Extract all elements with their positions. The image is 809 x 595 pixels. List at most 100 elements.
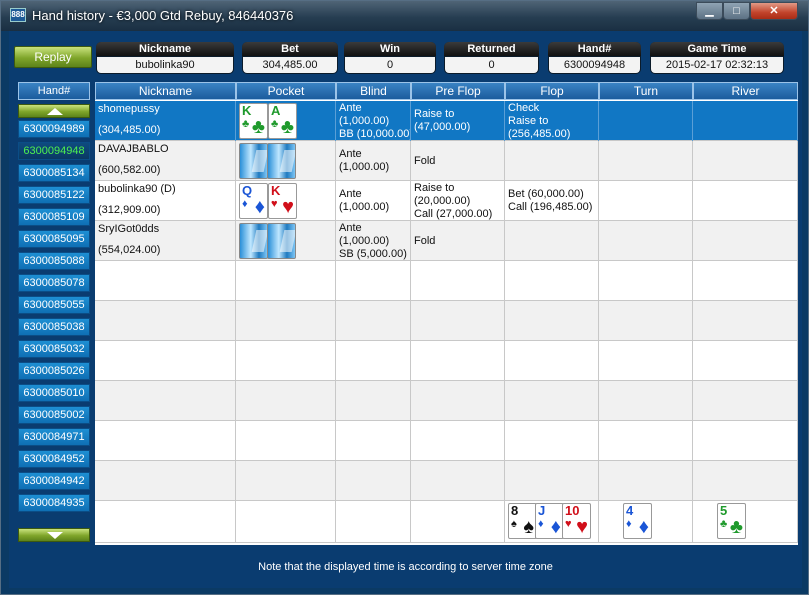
hand-list-item[interactable]: 6300084971: [18, 428, 90, 446]
table-cell: [236, 421, 336, 461]
cell-line: Bet (60,000.00): [508, 188, 584, 200]
table-row[interactable]: [95, 421, 798, 461]
table-cell: [236, 501, 336, 543]
table-cell: [336, 301, 411, 341]
table-cell: [411, 421, 505, 461]
minimize-icon: ▁: [705, 5, 714, 17]
close-button[interactable]: ✕: [750, 2, 798, 20]
hand-list-item[interactable]: 6300094989: [18, 120, 90, 138]
hand-list-item[interactable]: 6300085134: [18, 164, 90, 182]
player-row[interactable]: bubolinka90 (D) (312,909.00) Q ♦ ♦ K ♥ ♥ Ante (1,…: [95, 181, 798, 221]
close-icon: ✕: [769, 5, 779, 17]
column-header-turn[interactable]: Turn: [599, 82, 693, 100]
table-row[interactable]: [95, 341, 798, 381]
summary-returned-value: 0: [445, 57, 538, 73]
table-cell: [505, 341, 599, 381]
player-name[interactable]: shomepussy: [98, 103, 232, 116]
cell-line: (1,000.00): [339, 234, 390, 247]
card-suit-small: ♦: [626, 518, 632, 530]
cell-line: Raise to: [414, 181, 455, 194]
hand-list-item[interactable]: 6300085055: [18, 296, 90, 314]
player-row[interactable]: SryIGot0dds (554,024.00) Ante (1,000.00) SB …: [95, 221, 798, 261]
playing-card: J ♦ ♦: [535, 503, 564, 539]
hand-list-item[interactable]: 6300085010: [18, 384, 90, 402]
table-cell: [95, 341, 236, 381]
column-header-river[interactable]: River: [693, 82, 798, 100]
table-cell: [411, 341, 505, 381]
player-row[interactable]: shomepussy (304,485.00) K ♣ ♣ A ♣ ♣ Ante (1,000.0…: [95, 101, 798, 141]
hand-list-item[interactable]: 6300085109: [18, 208, 90, 226]
card-suit-icon: ♦: [638, 516, 649, 538]
window-title: Hand history - €3,000 Gtd Rebuy, 8464403…: [32, 8, 294, 23]
table-row[interactable]: 8 ♠ ♠ J ♦ ♦ 10 ♥ ♥ 4 ♦ ♦ 5 ♣ ♣: [95, 501, 798, 543]
title-bar[interactable]: 888 Hand history - €3,000 Gtd Rebuy, 846…: [1, 1, 808, 31]
playing-card: 5 ♣ ♣: [717, 503, 746, 539]
player-row[interactable]: DAVAJBABLO (600,582.00) Ante (1,000.00) Fold: [95, 141, 798, 181]
hand-list-item[interactable]: 6300085002: [18, 406, 90, 424]
table-cell: [95, 261, 236, 301]
card-rank: Q: [242, 183, 253, 198]
card-suit-small: ♦: [538, 518, 544, 530]
playing-card: A ♣ ♣: [268, 103, 297, 139]
player-name[interactable]: bubolinka90 (D): [98, 183, 232, 196]
table-cell: [693, 461, 798, 501]
summary-nickname-value: bubolinka90: [97, 57, 233, 73]
card-suit-small: ♠: [511, 518, 517, 530]
hand-list-item[interactable]: 6300094948: [18, 142, 90, 160]
table-cell: [505, 381, 599, 421]
card-suit-icon: ♥: [282, 196, 294, 218]
table-cell: [599, 141, 693, 181]
hand-list-item[interactable]: 6300085122: [18, 186, 90, 204]
table-cell: [95, 421, 236, 461]
table-row[interactable]: [95, 381, 798, 421]
hand-list-item[interactable]: 6300085095: [18, 230, 90, 248]
table-cell: [236, 301, 336, 341]
table-cell: shomepussy (304,485.00): [95, 101, 236, 141]
main-content: Replay Nickname bubolinka90 Bet 304,485.…: [9, 31, 802, 588]
player-name[interactable]: DAVAJBABLO: [98, 143, 232, 156]
table-cell: [599, 341, 693, 381]
table-cell: [336, 461, 411, 501]
cell-line: Ante: [339, 221, 362, 234]
table-row[interactable]: [95, 461, 798, 501]
minimize-button[interactable]: ▁: [696, 2, 723, 20]
scroll-up-button[interactable]: [18, 104, 90, 118]
table-cell: [599, 421, 693, 461]
table-cell: [336, 381, 411, 421]
column-header-flop[interactable]: Flop: [505, 82, 599, 100]
table-cell: [95, 381, 236, 421]
table-cell: Ante (1,000.00): [336, 141, 411, 181]
replay-button[interactable]: Replay: [14, 46, 92, 68]
hand-list-item[interactable]: 6300085026: [18, 362, 90, 380]
card-rank: 4: [626, 503, 634, 518]
column-header-pocket[interactable]: Pocket: [236, 82, 336, 100]
scroll-down-button[interactable]: [18, 528, 90, 542]
column-header-blind[interactable]: Blind: [336, 82, 411, 100]
card-rank: K: [242, 103, 252, 118]
card-back-icon: [267, 223, 296, 259]
hand-list-item[interactable]: 6300085078: [18, 274, 90, 292]
table-row[interactable]: [95, 261, 798, 301]
player-name[interactable]: SryIGot0dds: [98, 223, 232, 236]
hand-list-item[interactable]: 6300084942: [18, 472, 90, 490]
column-header-pre-flop[interactable]: Pre Flop: [411, 82, 505, 100]
hand-list-item[interactable]: 6300085088: [18, 252, 90, 270]
hand-list-item[interactable]: 6300085038: [18, 318, 90, 336]
table-cell: [693, 301, 798, 341]
hand-list-item[interactable]: 6300084952: [18, 450, 90, 468]
player-stack: (312,909.00): [98, 204, 161, 216]
table-row[interactable]: [95, 301, 798, 341]
hand-list-item[interactable]: 6300084935: [18, 494, 90, 512]
maximize-button[interactable]: □: [723, 2, 750, 20]
playing-card: 4 ♦ ♦: [623, 503, 652, 539]
hand-list-item[interactable]: 6300085032: [18, 340, 90, 358]
table-cell: [693, 421, 798, 461]
summary-bet-value: 304,485.00: [243, 57, 337, 73]
card-suit-small: ♦: [242, 198, 248, 210]
cell-line: (47,000.00): [414, 121, 471, 133]
table-cell: [236, 141, 336, 181]
table-cell: Fold: [411, 221, 505, 261]
playing-card: 8 ♠ ♠: [508, 503, 537, 539]
column-header-nickname[interactable]: Nickname: [95, 82, 236, 100]
summary-hand: Hand# 6300094948: [548, 42, 641, 74]
